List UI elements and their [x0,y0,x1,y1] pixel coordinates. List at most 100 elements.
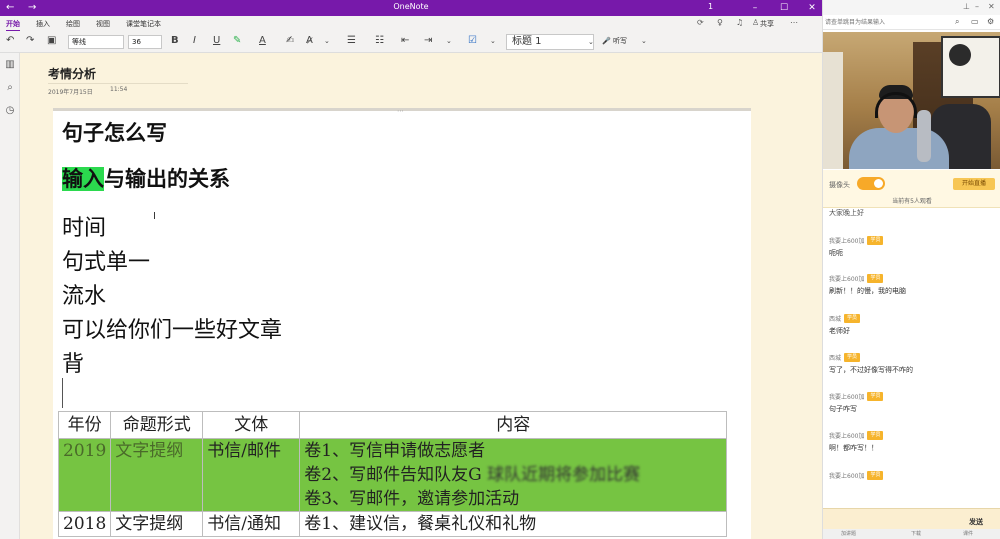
close-icon[interactable]: ✕ [803,1,821,15]
chevron-down-icon[interactable]: ⌄ [324,35,330,47]
header-form: 命题形式 [110,411,204,439]
cell-content: 卷1、建议信，餐桌礼仪和礼物 [299,511,728,537]
note-line[interactable]: 可以给你们一些好文章 [62,312,282,344]
ribbon-toolbar: ↶ ↷ ▣ 等线 36 B I U ✎ A ✍ A̷ ⌄ ☰ ☷ ⇤ ⇥ ⌄ ☑… [0,31,822,53]
share-button[interactable]: 共享 [760,19,774,29]
chat-list[interactable]: 大家晚上好 我要上600加 学员 呃呃 我要上600加 学员 刷新！！的慢，我的电脑… [823,208,1000,508]
chevron-down-icon[interactable]: ⌄ [641,35,647,47]
screen-icon[interactable]: ▭ [971,17,979,26]
status-item[interactable]: 下载 [911,530,921,537]
chat-username: 我要上600加 [829,276,865,283]
outdent-icon[interactable]: ⇤ [401,35,409,47]
container-grip-icon[interactable]: ⋯ [397,107,405,115]
close-icon[interactable]: ✕ [988,2,995,11]
note-container[interactable]: ⋯ 句子怎么写 输入与输出的关系 时间 句式单一 流水 可以给你们一些好文章 背… [53,107,751,539]
start-live-button[interactable]: 开始直播 [953,178,995,190]
search-input[interactable] [825,17,951,28]
status-item[interactable]: 课件 [963,530,973,537]
more-options-icon[interactable]: ⋯ [790,18,798,27]
indent-icon[interactable]: ⇥ [424,35,432,47]
student-badge: 学员 [867,471,884,480]
maximize-icon[interactable]: ☐ [775,1,793,15]
clipboard-icon[interactable]: ▣ [47,35,56,47]
chat-message: 我要上600加 学员 啊！都咋写！！ [829,431,994,453]
page-title[interactable]: 考情分析 [48,65,96,82]
chat-username: 西城 [829,316,842,323]
chat-message: 我要上600加 学员 呃呃 [829,236,994,258]
page-date: 2019年7月15日 [48,89,93,96]
sync-icon[interactable]: ⟳ [697,18,704,27]
cell-year: 2019 [57,438,112,512]
send-button[interactable]: 发送 [969,517,983,527]
chat-text: 老师好 [829,327,850,335]
student-badge: 学员 [867,274,884,283]
minimize-icon[interactable]: – [975,2,979,11]
checkbox-tag-icon[interactable]: ☑ [468,35,477,47]
style-select[interactable]: 标题 1 [506,34,594,50]
student-badge: 学员 [867,392,884,401]
pin-icon[interactable]: ⊥ [963,2,970,11]
chat-partial-message: 大家晚上好 [829,209,864,217]
chat-message: 我要上600加 学员 [829,471,994,483]
table-row[interactable]: 2019 文字提纲 书信/邮件 卷1、写信申请做志愿者 卷2、写邮件告知队友G … [57,438,728,512]
chat-message: 西城 学员 老师好 [829,314,994,336]
content-line-part: 球队近期将参加比赛 [487,465,641,485]
heading-io-relation[interactable]: 输入与输出的关系 [62,163,230,193]
note-line[interactable]: 时间 [62,210,106,242]
chevron-down-icon[interactable]: ⌄ [588,36,594,48]
onenote-window: ← → OneNote 1 – ☐ ✕ 开始 插入 绘图 视图 课堂笔记本 ⟳ … [0,0,822,539]
title-divider [48,83,188,84]
chat-message: 我要上600加 学员 刷新！！的慢，我的电脑 [829,274,994,296]
heading-sentence[interactable]: 句子怎么写 [62,117,167,147]
camera-toggle[interactable] [857,177,885,190]
note-line[interactable]: 流水 [62,278,106,310]
dictate-button[interactable]: 🎤 听写 [602,36,627,46]
microphone-icon: 🎤 [602,37,611,45]
font-name-select[interactable]: 等线 [68,35,124,49]
undo-icon[interactable]: ↶ [6,35,14,47]
italic-button[interactable]: I [193,35,196,47]
text-caret [62,378,63,408]
exam-table[interactable]: 年份 命题形式 文体 内容 2019 文字提纲 书信/邮件 卷1、写信申请做志愿… [57,411,728,537]
window-title: OneNote [393,2,429,11]
chevron-down-icon[interactable]: ⌄ [446,35,452,47]
chat-message: 西城 学员 写了，不过好像写得不咋的 [829,353,994,375]
menu-draw[interactable]: 绘图 [66,19,80,29]
chat-user: 我要上600加 学员 [829,236,994,245]
table-row[interactable]: 2018 文字提纲 书信/通知 卷1、建议信，餐桌礼仪和礼物 [57,511,728,537]
note-line[interactable]: 句式单一 [62,244,150,276]
search-icon[interactable]: ⌕ [955,17,959,27]
highlight-icon[interactable]: ✎ [233,35,241,47]
webcam-video [823,32,1000,169]
nav-sidebar: ▥ ⌕ ◷ [0,53,20,539]
redo-icon[interactable]: ↷ [26,35,34,47]
content-line: 卷2、写邮件告知队友G 球队近期将参加比赛 [304,463,722,487]
font-size-select[interactable]: 36 [128,35,162,49]
menu-view[interactable]: 视图 [96,19,110,29]
clear-format-icon[interactable]: A̷ [306,35,313,47]
page-time: 11:54 [110,86,128,93]
search-icon[interactable]: ⌕ [4,82,16,93]
notebooks-icon[interactable]: ▥ [4,59,16,70]
menu-class-notebook[interactable]: 课堂笔记本 [126,19,161,29]
bell-icon[interactable]: ♫ [736,18,743,27]
minimize-icon[interactable]: – [746,1,764,15]
chevron-down-icon[interactable]: ⌄ [490,35,496,47]
settings-icon[interactable]: ⚙ [987,17,994,26]
chat-user: 我要上600加 学员 [829,392,994,401]
bullet-list-icon[interactable]: ☰ [347,35,356,47]
format-painter-icon[interactable]: ✍ [286,35,294,47]
chat-user: 我要上600加 学员 [829,274,994,283]
recent-clock-icon[interactable]: ◷ [4,105,16,116]
numbered-list-icon[interactable]: ☷ [375,35,384,47]
underline-button[interactable]: U [213,35,220,47]
font-color-icon[interactable]: A [259,35,266,47]
chat-text: 啊！都咋写！！ [829,444,878,452]
bold-button[interactable]: B [171,35,179,47]
note-line[interactable]: 背 [62,346,84,378]
share-person-icon[interactable]: ♙ [752,18,759,27]
menu-insert[interactable]: 插入 [36,19,50,29]
status-item[interactable]: 加讲题 [841,530,856,537]
bottom-status-strip: 加讲题 下载 课件 [823,529,1000,539]
lightbulb-icon[interactable]: ♀ [717,18,723,27]
